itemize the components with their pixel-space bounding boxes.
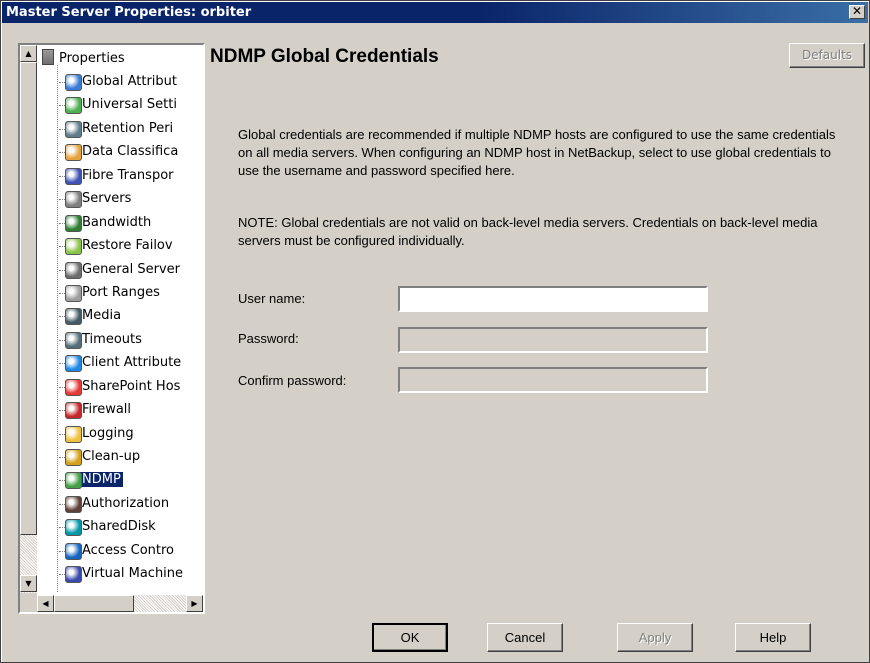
globe-icon [65,74,82,91]
scroll-right-button[interactable]: ▶ [186,595,203,612]
tree-item-firewall[interactable]: Firewall [58,400,185,423]
tree-item-sharepoint-hos[interactable]: SharePoint Hos [58,377,185,400]
window-title: Master Server Properties: orbiter [6,5,252,20]
tree-horizontal-scrollbar[interactable]: ◀ ▶ [37,595,203,612]
server-icon [65,191,82,209]
confirm-password-label: Confirm password: [238,373,347,388]
log-icon [65,425,82,443]
password-input[interactable] [398,327,708,353]
tree-item-retention-peri[interactable]: Retention Peri [58,119,185,142]
tree-item-label: Servers [82,191,132,207]
defaults-button[interactable]: Defaults [789,43,865,68]
close-button[interactable]: ✕ [849,5,865,19]
tree-root-properties[interactable]: Properties [42,49,125,67]
access-icon [65,542,82,560]
tree-item-label: SharePoint Hos [82,378,181,394]
tree-item-list: Global Attribut Universal Setti Retention … [58,72,185,588]
failover-icon [65,238,82,256]
client-icon [65,355,82,373]
confirm-password-input[interactable] [398,367,708,393]
tree-item-label: Fibre Transpor [82,167,174,183]
apply-button[interactable]: Apply [617,623,693,652]
username-input[interactable] [398,286,708,312]
tree-item-label: Virtual Machine [82,566,184,582]
scroll-down-button[interactable]: ▼ [20,575,37,592]
tree-item-label: Retention Peri [82,120,174,136]
vertical-scroll-thumb[interactable] [20,62,37,535]
properties-dialog: Master Server Properties: orbiter ✕ ▲ ▼ … [0,0,870,663]
tree-item-label: Firewall [82,402,132,418]
tree-item-label: Global Attribut [82,74,178,89]
tree-item-label: General Server [82,261,180,277]
timer-icon [65,331,82,349]
tree-item-universal-setti[interactable]: Universal Setti [58,95,185,118]
tree-item-global-attribut[interactable]: Global Attribut [58,72,185,95]
title-bar: Master Server Properties: orbiter ✕ [2,2,868,23]
firewall-icon [65,402,82,420]
tree-item-label: Universal Setti [82,97,177,113]
server-icon [42,49,54,65]
help-button[interactable]: Help [735,623,811,652]
tree-item-ndmp[interactable]: NDMP [58,470,185,493]
tree-item-shareddisk[interactable]: SharedDisk [58,517,185,540]
tree-item-label: Media [82,308,122,324]
user-icon [65,495,82,513]
sharepoint-icon [65,378,82,396]
tree-item-label: Port Ranges [82,284,160,300]
tree-connector-line [57,65,58,592]
page-title: NDMP Global Credentials [210,46,439,67]
tree-item-label: Data Classifica [82,144,179,160]
classification-icon [65,144,82,162]
tree-item-label: Access Contro [82,542,175,558]
tree-item-client-attribute[interactable]: Client Attribute [58,353,185,376]
scroll-corner [20,593,37,612]
tree-item-label: Client Attribute [82,355,182,371]
tree-item-servers[interactable]: Servers [58,189,185,212]
vm-icon [65,566,82,584]
description-text: Global credentials are recommended if mu… [238,127,836,178]
tree-item-general-server[interactable]: General Server [58,260,185,283]
disk-icon [65,519,82,537]
tree-root-label: Properties [59,51,125,66]
tree-item-access-contro[interactable]: Access Contro [58,541,185,564]
network-icon [65,97,82,115]
tree-item-label: Logging [82,425,134,441]
cleanup-icon [65,449,82,466]
ndmp-icon [65,472,82,490]
tree-item-label: Authorization [82,495,170,511]
password-label: Password: [238,331,299,346]
scroll-up-button[interactable]: ▲ [20,45,37,62]
tree-item-label: Timeouts [82,331,142,347]
monitor-icon [65,167,82,185]
cancel-button[interactable]: Cancel [487,623,563,652]
tree-item-port-ranges[interactable]: Port Ranges [58,283,185,306]
username-label: User name: [238,291,306,306]
tree-item-label: NDMP [79,471,124,489]
tree-item-label: Bandwidth [82,214,152,230]
tree-item-label: SharedDisk [82,519,156,535]
port-icon [65,284,82,302]
scroll-left-button[interactable]: ◀ [37,595,54,612]
tree-item-authorization[interactable]: Authorization [58,494,185,517]
tree-item-timeouts[interactable]: Timeouts [58,330,185,353]
clock-icon [65,120,82,138]
bandwidth-icon [65,214,82,232]
tree-item-clean-up[interactable]: Clean-up [58,447,185,470]
tree-item-fibre-transpor[interactable]: Fibre Transpor [58,166,185,189]
server-icon [65,261,82,279]
properties-tree[interactable]: ▲ ▼ ◀ ▶ Properties Global Attribut Univer… [18,43,205,614]
ok-button[interactable]: OK [372,623,448,652]
tree-item-label: Restore Failov [82,238,173,254]
horizontal-scroll-thumb[interactable] [54,595,134,612]
tree-item-data-classifica[interactable]: Data Classifica [58,142,185,165]
note-text: NOTE: Global credentials are not valid o… [238,215,818,248]
tree-item-bandwidth[interactable]: Bandwidth [58,213,185,236]
tree-item-logging[interactable]: Logging [58,424,185,447]
media-icon [65,308,82,326]
tree-item-restore-failov[interactable]: Restore Failov [58,236,185,259]
tree-item-virtual-machine[interactable]: Virtual Machine [58,564,185,587]
tree-item-label: Clean-up [82,449,141,464]
tree-vertical-scrollbar[interactable]: ▲ ▼ [20,45,37,593]
tree-item-media[interactable]: Media [58,306,185,329]
